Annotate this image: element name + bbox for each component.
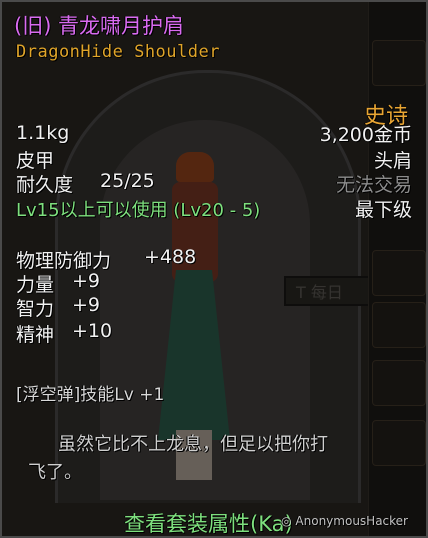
stat-value: +9 [72, 294, 101, 316]
stat-value: +9 [72, 270, 101, 292]
view-set-attributes-button[interactable]: 查看套装属性(Ka) [124, 508, 293, 538]
item-name-en: DragonHide Shoulder [16, 42, 220, 62]
watermark: AnonymousHacker [281, 514, 408, 528]
durability-value: 25/25 [100, 170, 155, 192]
stat-value: +488 [144, 246, 197, 268]
item-price: 3,200金币 [319, 124, 412, 146]
stat-value: +10 [72, 320, 113, 342]
item-grade: 最下级 [354, 199, 412, 221]
item-slot: 头肩 [373, 150, 412, 172]
durability-label: 耐久度 [16, 174, 74, 196]
skill-bonus: [浮空弹]技能Lv +1 [16, 385, 165, 405]
level-requirement: Lv15以上可以使用 (Lv20 - 5) [16, 200, 261, 221]
flavor-text-line1: 虽然它比不上龙息，但足以把你打 [58, 434, 328, 455]
stat-label: 精神 [16, 324, 55, 346]
stat-label: 物理防御力 [16, 250, 112, 272]
item-weight: 1.1kg [16, 122, 70, 144]
item-name: (旧) 青龙啸月护肩 [14, 14, 185, 38]
item-material: 皮甲 [16, 150, 55, 172]
stat-label: 智力 [16, 298, 55, 320]
stat-label: 力量 [16, 274, 55, 296]
flavor-text-line2: 飞了。 [28, 462, 82, 483]
trade-status: 无法交易 [335, 174, 412, 196]
item-tooltip: (旧) 青龙啸月护肩 DragonHide Shoulder 史诗 1.1kg … [0, 0, 428, 538]
